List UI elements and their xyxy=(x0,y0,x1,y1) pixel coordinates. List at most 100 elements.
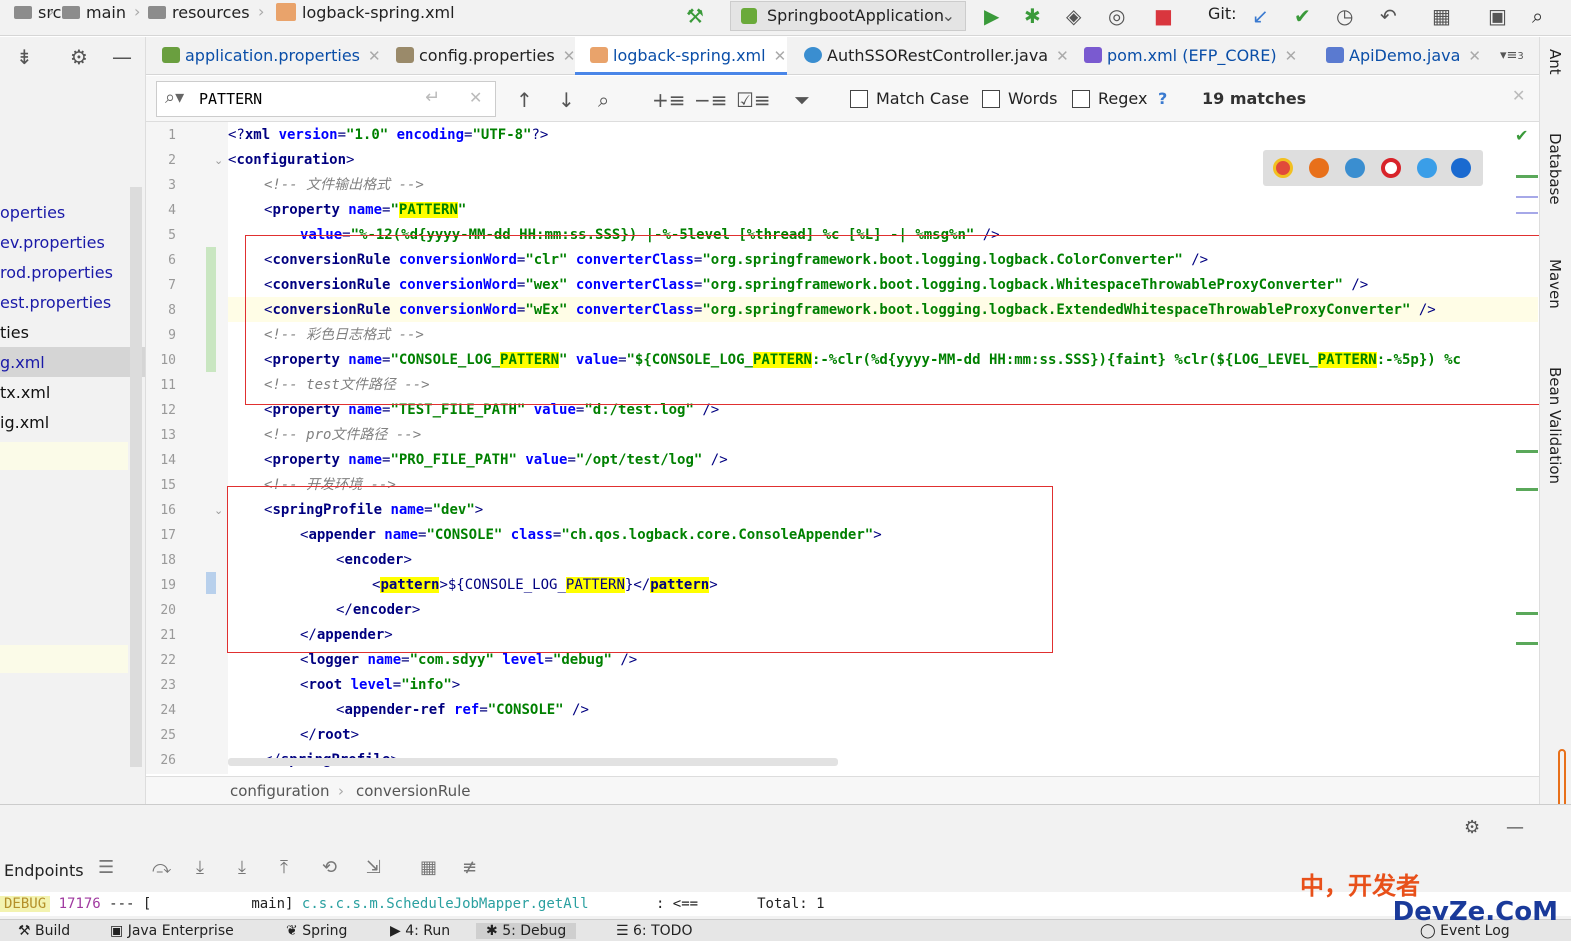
force-step-into-icon[interactable]: ⤓ xyxy=(238,857,246,878)
checkbox-box[interactable] xyxy=(982,89,1000,108)
run-icon[interactable]: ▶ xyxy=(984,2,999,30)
words-checkbox[interactable]: Words xyxy=(982,89,1057,108)
fold-icon[interactable]: ⌄ xyxy=(214,154,223,167)
history-icon[interactable]: ◷ xyxy=(1336,2,1353,30)
step-over-icon[interactable]: ⤼ xyxy=(152,857,171,878)
scrollbar[interactable] xyxy=(130,187,142,767)
debug-tab[interactable]: ✱ 5: Debug xyxy=(476,923,577,939)
git-update-icon[interactable]: ↙ xyxy=(1252,2,1269,30)
new-line-icon[interactable]: ↵ xyxy=(425,87,440,108)
close-icon[interactable]: ✕ xyxy=(1285,47,1298,65)
tree-item[interactable]: ev.properties xyxy=(0,233,105,252)
tab-pom-xml[interactable]: pom.xml (EFP_CORE) ✕ xyxy=(1084,46,1297,65)
select-all-icon[interactable]: ☑≡ xyxy=(736,88,771,112)
edge-icon[interactable] xyxy=(1451,158,1471,178)
tree-item-selected[interactable]: g.xml xyxy=(0,353,45,372)
step-out-icon[interactable]: ⤒ xyxy=(280,857,288,878)
filter-icon[interactable]: ⏷ xyxy=(794,88,810,112)
debug-icon[interactable]: ✱ xyxy=(1024,2,1041,30)
tab-application-properties[interactable]: application.properties ✕ xyxy=(162,46,381,65)
spring-tab[interactable]: ❦ Spring xyxy=(286,923,347,939)
build-hammer-icon[interactable]: ⚒ xyxy=(686,2,704,30)
evaluate-icon[interactable]: ▦ xyxy=(420,857,437,878)
endpoints-tab[interactable]: Endpoints xyxy=(4,861,84,880)
remove-selection-icon[interactable]: −≡ xyxy=(694,88,728,112)
run-to-cursor-icon[interactable]: ⇲ xyxy=(366,857,381,878)
tab-apidemo-java[interactable]: ApiDemo.java ✕ xyxy=(1326,46,1481,65)
fold-icon[interactable]: ⌄ xyxy=(214,504,223,517)
clear-icon[interactable]: ✕ xyxy=(469,88,482,107)
select-all-occurrences-icon[interactable]: ⌕ xyxy=(598,88,609,112)
vcs-change-marker[interactable] xyxy=(206,572,216,594)
code-line[interactable]: <property name="PATTERN" xyxy=(264,198,466,223)
tree-item[interactable]: tx.xml xyxy=(0,383,50,402)
regex-checkbox[interactable]: Regex xyxy=(1072,89,1147,108)
close-icon[interactable]: ✕ xyxy=(1056,47,1069,65)
safari-icon[interactable] xyxy=(1345,158,1365,178)
code-line[interactable]: <root level="info"> xyxy=(300,673,460,698)
tree-item[interactable]: est.properties xyxy=(0,293,111,312)
code-line[interactable]: <configuration> xyxy=(228,148,354,173)
collapse-icon[interactable]: ⇟ xyxy=(16,45,33,69)
tool-bean-validation[interactable]: Bean Validation xyxy=(1546,367,1564,484)
checkbox-box[interactable] xyxy=(850,89,868,108)
tab-authssorestcontroller[interactable]: AuthSSORestController.java ✕ xyxy=(804,46,1069,65)
stop-icon[interactable]: ■ xyxy=(1154,2,1173,30)
tab-overflow-button[interactable]: ▾≡3 xyxy=(1500,48,1524,63)
coverage-icon[interactable]: ◈ xyxy=(1066,2,1081,30)
tree-item[interactable]: ties xyxy=(0,323,29,342)
search-field[interactable]: ⌕▾ ↵ ✕ xyxy=(156,81,496,117)
next-occurrence-icon[interactable]: ↓ xyxy=(558,88,575,112)
run-tab[interactable]: ▶ 4: Run xyxy=(390,923,450,939)
project-structure-icon[interactable]: ▦ xyxy=(1432,2,1451,30)
horizontal-scrollbar[interactable] xyxy=(228,758,838,766)
code-line[interactable]: <!-- 文件输出格式 --> xyxy=(264,173,424,198)
close-icon[interactable]: ✕ xyxy=(563,47,576,65)
tool-ant[interactable]: Ant xyxy=(1546,49,1564,75)
gear-icon[interactable]: ⚙ xyxy=(70,45,88,69)
breadcrumb-configuration[interactable]: configuration xyxy=(230,782,330,800)
tree-item[interactable]: ig.xml xyxy=(0,413,49,432)
chrome-icon[interactable] xyxy=(1273,158,1293,178)
opera-icon[interactable] xyxy=(1381,158,1401,178)
code-line[interactable]: <property name="PRO_FILE_PATH" value="/o… xyxy=(264,448,728,473)
minimize-icon[interactable]: — xyxy=(112,45,132,69)
close-icon[interactable]: ✕ xyxy=(774,47,787,65)
tool-maven[interactable]: Maven xyxy=(1546,259,1564,309)
firefox-icon[interactable] xyxy=(1309,158,1329,178)
breadcrumb-resources[interactable]: resources xyxy=(148,3,250,22)
regex-help-link[interactable]: ? xyxy=(1158,89,1167,108)
run-configuration-select[interactable]: SpringbootApplication ⌄ xyxy=(730,1,966,31)
close-icon[interactable]: ✕ xyxy=(1468,47,1481,65)
tool-database[interactable]: Database xyxy=(1546,133,1564,205)
breadcrumb-main[interactable]: main xyxy=(62,3,126,22)
tree-item[interactable]: rod.properties xyxy=(0,263,113,282)
minimize-icon[interactable]: — xyxy=(1506,817,1524,838)
step-into-icon[interactable]: ⤓ xyxy=(196,857,204,878)
terminal-icon[interactable]: ▣ xyxy=(1488,2,1507,30)
tab-logback-spring-xml[interactable]: logback-spring.xml ✕ xyxy=(590,46,786,65)
revert-icon[interactable]: ↶ xyxy=(1380,2,1397,30)
drop-frame-icon[interactable]: ⟲ xyxy=(322,857,337,878)
code-line[interactable]: <appender-ref ref="CONSOLE" /> xyxy=(336,698,589,723)
close-icon[interactable]: ✕ xyxy=(1512,86,1525,105)
breadcrumb-conversionrule[interactable]: conversionRule xyxy=(356,782,471,800)
ie-icon[interactable] xyxy=(1417,158,1437,178)
profile-icon[interactable]: ◎ xyxy=(1108,2,1125,30)
java-enterprise-tab[interactable]: ▣ Java Enterprise xyxy=(110,923,234,939)
code-editor[interactable]: <?xml version="1.0" encoding="UTF-8"?> <c… xyxy=(228,122,1538,774)
search-input[interactable] xyxy=(199,88,399,110)
close-icon[interactable]: ✕ xyxy=(368,47,381,65)
previous-occurrence-icon[interactable]: ↑ xyxy=(516,88,533,112)
memory-indicator[interactable] xyxy=(1558,749,1566,809)
git-commit-icon[interactable]: ✔ xyxy=(1294,2,1311,30)
build-tab[interactable]: ⚒ Build xyxy=(18,923,70,939)
search-icon[interactable]: ⌕ xyxy=(1532,2,1543,30)
vcs-change-marker[interactable] xyxy=(206,247,216,372)
breadcrumb-file[interactable]: logback-spring.xml xyxy=(276,3,455,22)
inspection-ok-icon[interactable]: ✔ xyxy=(1515,126,1528,145)
checkbox-box[interactable] xyxy=(1072,89,1090,108)
add-selection-icon[interactable]: +≡ xyxy=(652,88,686,112)
gear-icon[interactable]: ⚙ xyxy=(1464,817,1480,838)
tab-config-properties[interactable]: config.properties ✕ xyxy=(396,46,575,65)
